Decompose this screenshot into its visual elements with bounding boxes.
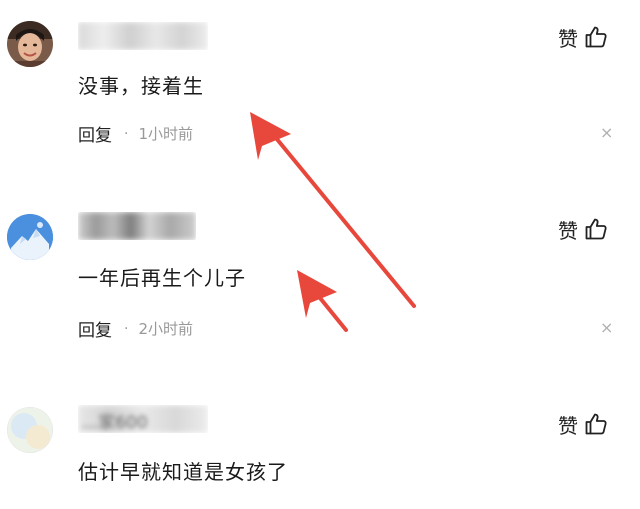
thumbs-up-icon bbox=[584, 412, 608, 436]
comment-list: 赞 没事，接着生 回复 · 1小时前 × 赞 一年后再生个儿子 回复 · 2小时… bbox=[0, 0, 640, 509]
username[interactable]: ...家600 bbox=[78, 405, 208, 433]
like-button[interactable]: 赞 bbox=[558, 411, 608, 438]
comment-text: 估计早就知道是女孩了 bbox=[78, 460, 288, 484]
like-label: 赞 bbox=[558, 413, 578, 438]
avatar[interactable] bbox=[7, 407, 53, 453]
comment-item: ...家600 赞 估计早就知道是女孩了 bbox=[0, 0, 640, 509]
